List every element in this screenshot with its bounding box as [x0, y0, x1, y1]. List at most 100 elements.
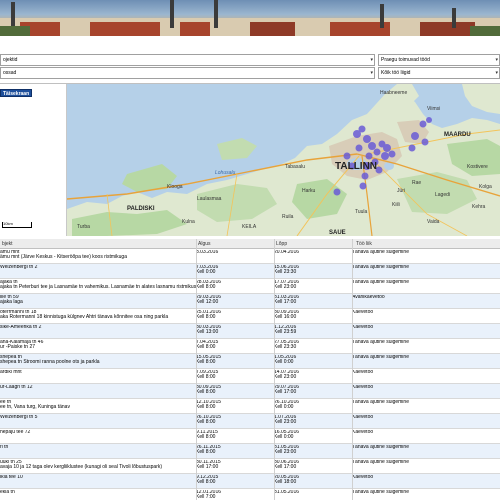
- cell-text: Tänava ajutine sulgemine: [352, 250, 409, 255]
- cell-text: Avariikaevetöö: [352, 295, 385, 300]
- table-cell: Kaevetöö: [352, 370, 500, 375]
- table-cell: ämu mnt ämu mnt (Järve Keskus - Kitseröõp…: [0, 250, 196, 260]
- map-label-saue: SAUE: [329, 230, 346, 236]
- cell-text: Kell 23:00: [274, 284, 297, 290]
- cell-text: Kell 17:00: [274, 464, 297, 470]
- cell-text: Kell 7:00: [196, 494, 216, 500]
- cell-text: Tänava ajutine sulgemine: [352, 460, 409, 465]
- table-row[interactable]: shepea tn shepea tn Stroomi ranna poolne …: [0, 354, 500, 369]
- table-cell: 15.05.2015 Kell 8:00: [196, 355, 274, 365]
- table-cell: Tänava ajutine sulgemine: [352, 490, 500, 495]
- table-row[interactable]: ee tn ee tn, Vana turg, Kuninga tänav 12.1…: [0, 399, 500, 414]
- map-label-juri: Jüri: [397, 188, 406, 194]
- cell-text: Kell 0:00: [196, 269, 216, 275]
- table-cell: 1.12.2016 Kell 23:59: [274, 325, 352, 335]
- table-row[interactable]: ajaka tn ajaka tn Peterburi tee ja Lasnam…: [0, 279, 500, 294]
- table-cell: ana-Kalamaja tn 46 ur -Paiske tn 27: [0, 340, 196, 350]
- table-cell: oterrmanni tn 18 aka Rotermanni 18 kinnis…: [0, 310, 196, 320]
- object-type-select[interactable]: ojektid ▾: [0, 54, 375, 66]
- table-row[interactable]: ille tn 59 ajaka laga 29.03.2016 Kell 12:00…: [0, 294, 500, 309]
- table-cell: 1.07.2016 Kell 23:00: [274, 415, 352, 425]
- cell-text: ri tn: [0, 445, 9, 450]
- cell-text: Kell 8:00: [196, 314, 216, 320]
- map-label-lagedi: Lagedi: [435, 192, 451, 198]
- cell-text: Kell 8:00: [196, 404, 216, 410]
- cell-text: Kell 16:00: [274, 314, 297, 320]
- work-type-select[interactable]: Kõik töö liigid ▾: [378, 67, 500, 79]
- table-row[interactable]: ur-Laagri tn 12 30.09.2015 Kell 8:00 29.07.…: [0, 384, 500, 399]
- cell-text: shepea tn Stroomi ranna poolne ots ja pa…: [0, 359, 100, 365]
- cell-text: ekla tn: [0, 490, 15, 495]
- table-cell: 15.06.2016 Kell 23:30: [274, 265, 352, 275]
- table-cell: Kaevetöö: [352, 475, 500, 480]
- map-label-harku: Harku: [302, 188, 316, 194]
- cell-text: Kell 8:00: [196, 344, 216, 350]
- table-cell: 7.04.2015 Kell 8:00: [196, 340, 274, 350]
- column-header-type[interactable]: Töö liik: [356, 241, 372, 247]
- table-cell: 3.03.2016: [196, 250, 274, 255]
- table-row[interactable]: ärdiki mnt 7.09.2015 Kell 8:00 14.07.2016 Ke…: [0, 369, 500, 384]
- cell-text: Kaevetöö: [352, 415, 374, 420]
- table-cell: 7.09.2015 Kell 8:00: [196, 370, 274, 380]
- cell-text: Tänava ajutine sulgemine: [352, 355, 409, 360]
- cell-text: Kell 23:59: [274, 329, 297, 335]
- table-cell: uuki tn 25 avaja 10 ja 12 taga olev kergl…: [0, 460, 196, 470]
- table-row[interactable]: hepaju tee 72 9.11.2015 Kell 8:00 16.05.201…: [0, 429, 500, 444]
- cell-text: ikla tee 10: [0, 475, 23, 480]
- map-view[interactable]: TALLINN PALDISKI MAARDU SAUE KEILA Harku…: [67, 84, 500, 236]
- table-row[interactable]: ämu mnt ämu mnt (Järve Keskus - Kitseröõp…: [0, 249, 500, 264]
- map-label-turba: Turba: [77, 224, 90, 230]
- table-cell: Tänava ajutine sulgemine: [352, 340, 500, 345]
- column-divider: [274, 239, 275, 500]
- map-label-tabasalu: Tabasalu: [285, 164, 306, 170]
- map-label-maardu: MAARDU: [444, 132, 471, 138]
- cell-text: Tänava ajutine sulgemine: [352, 400, 409, 405]
- table-cell: Tänava ajutine sulgemine: [352, 355, 500, 360]
- cell-text: 3.03.2016: [196, 250, 219, 255]
- cell-text: Kell 23:00: [274, 449, 297, 455]
- cell-text: hepaju tee 72: [0, 430, 31, 435]
- table-row[interactable]: oterrmanni tn 18 aka Rotermanni 18 kinnis…: [0, 309, 500, 324]
- column-header-end[interactable]: Lõpp: [276, 241, 287, 247]
- cell-text: ur -Paiske tn 27: [0, 344, 36, 350]
- map-side-panel: Täisekraan 10km: [0, 84, 67, 236]
- cell-text: ee tn, Vana turg, Kuninga tänav: [0, 404, 70, 410]
- cell-text: Kell 23:00: [274, 374, 297, 380]
- fullscreen-button[interactable]: Täisekraan: [0, 89, 32, 97]
- table-row[interactable]: ri tn 26.11.2015 Kell 8:00 31.05.2016 Kell 2…: [0, 444, 500, 459]
- cell-text: Kell 8:00: [196, 419, 216, 425]
- cell-text: Kell 8:00: [196, 284, 216, 290]
- map-label-kiili: Kiili: [392, 202, 400, 208]
- table-row[interactable]: Weizenbergi tn 2 7.03.2016 Kell 0:00 15.06.…: [0, 264, 500, 279]
- cell-text: sike-Ameerika tn 2: [0, 325, 42, 330]
- cell-text: Weizenbergi tn 5: [0, 415, 38, 420]
- table-row[interactable]: sike-Ameerika tn 2 30.03.2016 Kell 13:00 1.…: [0, 324, 500, 339]
- table-cell: 29.03.2016 Kell 12:00: [196, 295, 274, 305]
- table-row[interactable]: uuki tn 25 avaja 10 ja 12 taga olev kergl…: [0, 459, 500, 474]
- table-row[interactable]: ekla tn 12.01.2016 Kell 7:00 31.05.2016 Täna…: [0, 489, 500, 500]
- time-filter-select[interactable]: Praegu toimuvad tööd ▾: [378, 54, 500, 66]
- table-cell: ee tn ee tn, Vana turg, Kuninga tänav: [0, 400, 196, 410]
- table-row[interactable]: ana-Kalamaja tn 46 ur -Paiske tn 27 7.04.2…: [0, 339, 500, 354]
- table-cell: 1.05.2016 Kell 0:00: [274, 355, 352, 365]
- map-label-kolga: Kolga: [479, 184, 492, 190]
- table-row[interactable]: ikla tee 10 9.12.2015 Kell 8:00 20.05.2016 K…: [0, 474, 500, 489]
- table-cell: 28.03.2016 Kell 8:00: [196, 280, 274, 290]
- table-cell: Kaevetöö: [352, 430, 500, 435]
- cell-text: Tänava ajutine sulgemine: [352, 490, 409, 495]
- cell-text: Kell 18:00: [274, 479, 297, 485]
- cell-text: ämu mnt (Järve Keskus - Kitseröõpa tee) …: [0, 254, 127, 260]
- column-header-object[interactable]: bjekt: [2, 241, 13, 247]
- map-label-kostivere: Kostivere: [467, 164, 488, 170]
- table-cell: Kaevetöö: [352, 415, 500, 420]
- table-cell: 20.05.2016 Kell 18:00: [274, 475, 352, 485]
- table-row[interactable]: Weizenbergi tn 5 26.10.2015 Kell 8:00 1.07.…: [0, 414, 500, 429]
- column-header-start[interactable]: Algus: [198, 241, 211, 247]
- district-select[interactable]: ossad ▾: [0, 67, 375, 79]
- cell-text: Kell 13:00: [196, 329, 219, 335]
- column-divider: [196, 239, 197, 500]
- table-cell: Kaevetöö: [352, 310, 500, 315]
- table-cell: Kaevetöö: [352, 385, 500, 390]
- cell-text: Tänava ajutine sulgemine: [352, 445, 409, 450]
- table-cell: ille tn 59 ajaka laga: [0, 295, 196, 305]
